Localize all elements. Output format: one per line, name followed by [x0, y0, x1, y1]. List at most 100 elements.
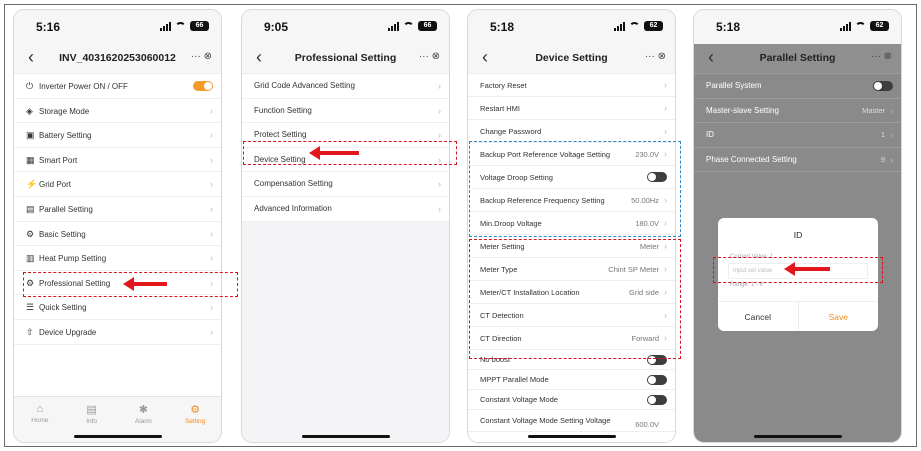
chevron-right-icon: › — [664, 195, 667, 205]
back-button[interactable]: ‹ — [28, 47, 34, 67]
nav-bar: ‹ Device Setting ··· ⊗ — [468, 44, 675, 74]
smart-port-item[interactable]: ▦ Smart Port › — [14, 147, 221, 173]
page-title: Device Setting — [535, 52, 608, 64]
master-slave-item[interactable]: Master-slave Setting Master › — [694, 99, 901, 124]
more-close-actions[interactable]: ··· ⊗ — [191, 51, 212, 62]
backup-port-voltage-item[interactable]: Backup Port Reference Voltage Setting 230… — [468, 143, 675, 166]
alarm-icon: ✱ — [138, 404, 148, 416]
value-text: Chint SP Meter — [608, 265, 659, 274]
chevron-right-icon: › — [664, 333, 667, 343]
battery-setting-icon: ▣ — [26, 130, 35, 141]
grid-code-advanced-item[interactable]: Grid Code Advanced Setting › — [242, 74, 449, 99]
back-button[interactable]: ‹ — [708, 47, 714, 67]
constant-voltage-setting-item[interactable]: Constant Voltage Mode Setting Voltage 600… — [468, 410, 675, 432]
arrow-id-input — [784, 262, 830, 276]
restart-hmi-item[interactable]: Restart HMI › — [468, 97, 675, 120]
wifi-icon — [175, 22, 186, 30]
nav-bar: ‹ INV_4031620253060012 ··· ⊗ — [14, 44, 221, 74]
chevron-right-icon: › — [210, 203, 213, 214]
more-close-actions[interactable]: ··· ⊗ — [645, 51, 666, 62]
quick-setting-item[interactable]: ☰ Quick Setting › — [14, 295, 221, 320]
parallel-icon: ▤ — [26, 203, 35, 214]
chevron-right-icon: › — [438, 81, 441, 91]
meter-setting-item[interactable]: Meter Setting Meter › — [468, 235, 675, 258]
wifi-icon — [629, 22, 640, 30]
info-icon: ▤ — [86, 404, 97, 416]
ct-detection-item[interactable]: CT Detection › — [468, 304, 675, 327]
advanced-information-item[interactable]: Advanced Information › — [242, 196, 449, 222]
professional-setting-item[interactable]: ⚙ Professional Setting › — [14, 270, 221, 296]
home-indicator — [302, 435, 390, 438]
value-text: 180.0V — [635, 219, 659, 228]
page-title: Professional Setting — [294, 52, 397, 64]
id-item[interactable]: ID 1 › — [694, 123, 901, 148]
grid-port-item[interactable]: ⚡ Grid Port › — [14, 172, 221, 197]
power-icon: ⏻ — [26, 81, 34, 91]
set-value-input[interactable]: Input set value — [728, 263, 868, 279]
value-text: 9 — [880, 154, 885, 164]
tab-home[interactable]: ⌂ Home — [14, 397, 66, 442]
page-title: Parallel Setting — [759, 52, 836, 64]
tab-setting[interactable]: ⚙ Setting — [169, 397, 221, 442]
chevron-right-icon: › — [438, 179, 441, 190]
chevron-right-icon: › — [890, 154, 893, 165]
constant-voltage-toggle[interactable] — [647, 395, 667, 405]
meter-type-item[interactable]: Meter Type Chint SP Meter › — [468, 258, 675, 281]
voltage-droop-item[interactable]: Voltage Droop Setting — [468, 166, 675, 189]
more-close-actions[interactable]: ··· ⊗ — [419, 51, 440, 62]
meter-ct-location-item[interactable]: Meter/CT Installation Location Grid side › — [468, 281, 675, 304]
chevron-right-icon: › — [664, 264, 667, 274]
phase-connected-item[interactable]: Phase Connected Setting 9 › — [694, 148, 901, 173]
parallel-system-toggle[interactable] — [873, 81, 893, 91]
inverter-power-item[interactable]: ⏻ Inverter Power ON / OFF — [14, 74, 221, 99]
value-text: 1 — [880, 130, 885, 140]
parallel-system-item[interactable]: Parallel System — [694, 74, 901, 99]
min-droop-voltage-item[interactable]: Min.Droop Voltage 180.0V › — [468, 212, 675, 235]
heat-pump-icon: ▥ — [26, 253, 35, 264]
back-button[interactable]: ‹ — [256, 47, 262, 67]
value-text: Master — [862, 105, 885, 115]
chevron-right-icon: › — [890, 130, 893, 141]
chevron-right-icon: › — [210, 130, 213, 141]
wifi-icon — [403, 22, 414, 30]
factory-reset-item[interactable]: Factory Reset › — [468, 74, 675, 97]
mppt-parallel-toggle[interactable] — [647, 375, 667, 385]
battery-setting-item[interactable]: ▣ Battery Setting › — [14, 123, 221, 148]
save-button[interactable]: Save — [799, 302, 879, 331]
protect-setting-item[interactable]: Protect Setting › — [242, 123, 449, 148]
more-close-actions[interactable]: ··· ⊗ — [871, 51, 892, 62]
status-bar: 5:16 66 — [14, 10, 221, 44]
value-text: Meter — [639, 242, 659, 251]
gear-icon: ⚙ — [26, 228, 35, 239]
arrow-device-setting — [309, 146, 359, 160]
back-button[interactable]: ‹ — [482, 47, 488, 67]
voltage-droop-toggle[interactable] — [647, 172, 667, 182]
status-time: 9:05 — [264, 20, 289, 34]
chevron-right-icon: › — [664, 310, 667, 320]
no-boost-item[interactable]: No boost — [468, 350, 675, 370]
device-upgrade-item[interactable]: ⇧ Device Upgrade › — [14, 319, 221, 345]
change-password-item[interactable]: Change Password › — [468, 120, 675, 143]
chevron-right-icon: › — [210, 228, 213, 239]
no-boost-toggle[interactable] — [647, 355, 667, 365]
basic-setting-item[interactable]: ⚙ Basic Setting › — [14, 221, 221, 247]
mppt-parallel-item[interactable]: MPPT Parallel Mode — [468, 370, 675, 390]
cancel-button[interactable]: Cancel — [718, 302, 799, 331]
value-text: 50.00Hz — [631, 196, 659, 205]
heat-pump-setting-item[interactable]: ▥ Heat Pump Setting › — [14, 246, 221, 271]
status-time: 5:18 — [490, 20, 515, 34]
constant-voltage-item[interactable]: Constant Voltage Mode — [468, 390, 675, 410]
status-bar: 9:05 66 — [242, 10, 449, 44]
ct-direction-item[interactable]: CT Direction Forward › — [468, 327, 675, 350]
backup-frequency-item[interactable]: Backup Reference Frequency Setting 50.00H… — [468, 189, 675, 212]
chevron-right-icon: › — [438, 130, 441, 141]
dialog-title: ID — [793, 230, 803, 240]
compensation-setting-item[interactable]: Compensation Setting › — [242, 172, 449, 197]
battery-icon: 66 — [190, 21, 209, 31]
parallel-setting-item[interactable]: ▤ Parallel Setting › — [14, 196, 221, 222]
power-toggle[interactable] — [193, 81, 213, 91]
function-setting-item[interactable]: Function Setting › — [242, 98, 449, 124]
chevron-right-icon: › — [438, 203, 441, 214]
nav-bar: ‹ Parallel Setting ··· ⊗ — [694, 44, 901, 74]
storage-mode-item[interactable]: ◈ Storage Mode › — [14, 98, 221, 124]
